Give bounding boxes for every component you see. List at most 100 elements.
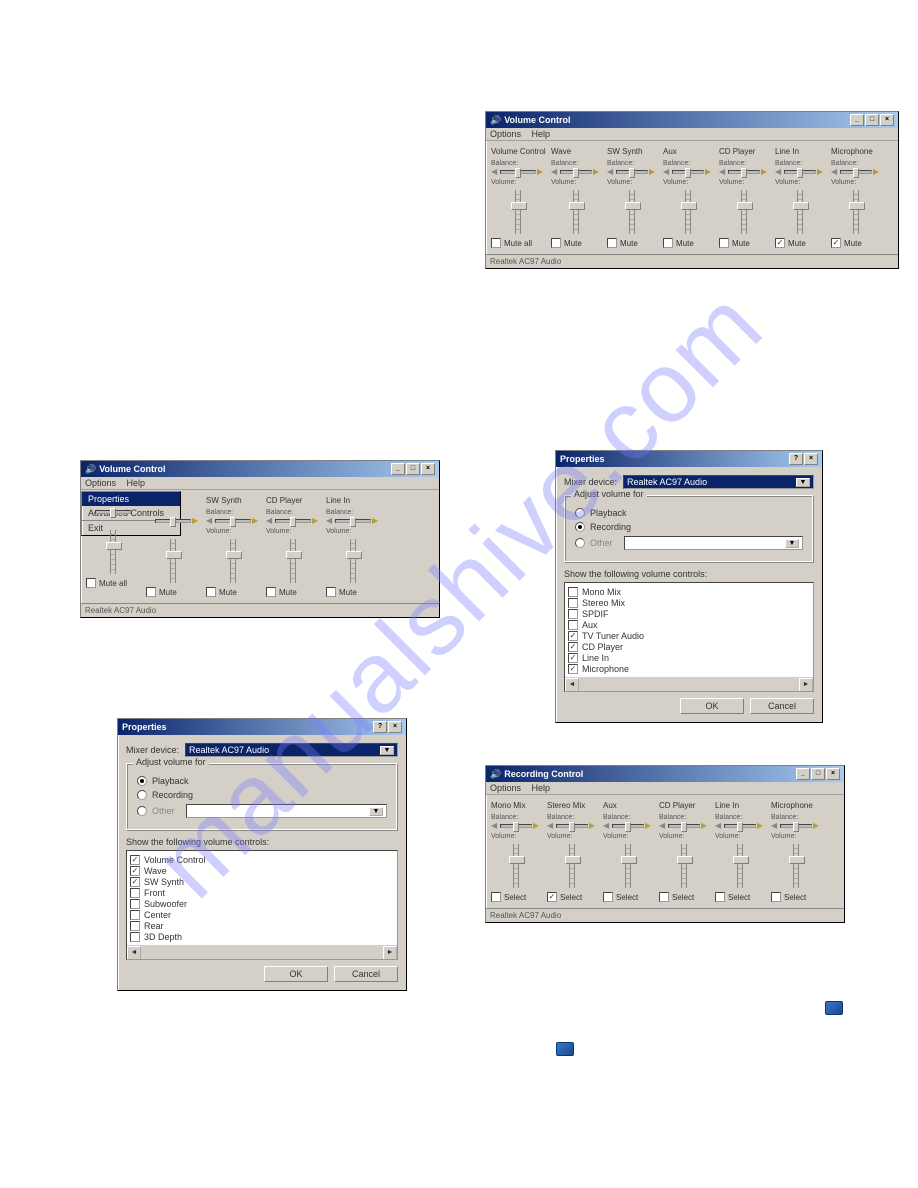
mixer-device-combo[interactable]: Realtek AC97 Audio ▼ (623, 475, 814, 489)
checkbox[interactable]: ✓ (130, 877, 140, 887)
balance-slider[interactable]: ◀▶ (775, 168, 825, 176)
titlebar[interactable]: Properties ? × (556, 451, 822, 467)
help-button[interactable]: ? (373, 721, 387, 733)
checkbox[interactable] (130, 899, 140, 909)
minimize-button[interactable]: _ (391, 463, 405, 475)
volume-slider[interactable] (573, 190, 579, 234)
minimize-button[interactable]: _ (850, 114, 864, 126)
menu-help[interactable]: Help (532, 783, 551, 793)
close-button[interactable]: × (804, 453, 818, 465)
menu-options[interactable]: Options (490, 783, 521, 793)
checkbox[interactable] (568, 598, 578, 608)
mute-checkbox[interactable]: Select (659, 892, 709, 902)
speaker-tray-icon[interactable] (825, 1001, 843, 1015)
checkbox[interactable] (130, 921, 140, 931)
list-item[interactable]: Subwoofer (130, 899, 394, 909)
balance-slider[interactable]: ◀▶ (607, 168, 657, 176)
volume-slider[interactable] (569, 844, 575, 888)
checkbox[interactable]: ✓ (568, 653, 578, 663)
volume-slider[interactable] (685, 190, 691, 234)
checkbox[interactable]: ✓ (568, 631, 578, 641)
list-item[interactable]: ✓Microphone (568, 664, 810, 674)
list-item[interactable]: Rear (130, 921, 394, 931)
volume-slider[interactable] (515, 190, 521, 234)
list-item[interactable]: SPDIF (568, 609, 810, 619)
titlebar[interactable]: 🔊Recording Control _ □ × (486, 766, 844, 782)
checkbox[interactable]: ✓ (568, 642, 578, 652)
mute-checkbox[interactable]: Mute (663, 238, 713, 248)
volume-slider[interactable] (629, 190, 635, 234)
volume-slider[interactable] (853, 190, 859, 234)
menu-help[interactable]: Help (127, 478, 146, 488)
menu-options[interactable]: Options (490, 129, 521, 139)
close-button[interactable]: × (826, 768, 840, 780)
volume-slider[interactable] (170, 539, 176, 583)
balance-slider[interactable]: ◀▶ (491, 822, 541, 830)
mute-checkbox[interactable]: Mute all (491, 238, 545, 248)
mute-checkbox[interactable]: Mute (266, 587, 320, 597)
list-item[interactable]: Front (130, 888, 394, 898)
menu-help[interactable]: Help (532, 129, 551, 139)
balance-slider[interactable]: ◀▶ (603, 822, 653, 830)
minimize-button[interactable]: _ (796, 768, 810, 780)
scroll-left-icon[interactable]: ◄ (127, 946, 141, 960)
volume-slider[interactable] (625, 844, 631, 888)
radio-recording[interactable]: Recording (137, 790, 387, 800)
balance-slider[interactable]: ◀▶ (326, 517, 380, 525)
titlebar[interactable]: Properties ? × (118, 719, 406, 735)
balance-slider[interactable]: ◀▶ (663, 168, 713, 176)
volume-slider[interactable] (741, 190, 747, 234)
scroll-right-icon[interactable]: ► (799, 678, 813, 692)
balance-slider[interactable]: ◀▶ (831, 168, 881, 176)
list-item[interactable]: 3D Depth (130, 932, 394, 942)
list-item[interactable]: Center (130, 910, 394, 920)
checkbox[interactable] (130, 932, 140, 942)
volume-slider[interactable] (793, 844, 799, 888)
mixer-device-combo[interactable]: Realtek AC97 Audio ▼ (185, 743, 398, 757)
list-item[interactable]: Stereo Mix (568, 598, 810, 608)
balance-slider[interactable]: ◀▶ (715, 822, 765, 830)
balance-slider[interactable]: ◀▶ (491, 168, 545, 176)
titlebar[interactable]: 🔊Volume Control _ □ × (81, 461, 439, 477)
scroll-left-icon[interactable]: ◄ (565, 678, 579, 692)
mute-checkbox[interactable]: Mute (551, 238, 601, 248)
volume-slider[interactable] (797, 190, 803, 234)
maximize-button[interactable]: □ (865, 114, 879, 126)
scroll-right-icon[interactable]: ► (383, 946, 397, 960)
close-button[interactable]: × (421, 463, 435, 475)
volume-slider[interactable] (513, 844, 519, 888)
mute-checkbox[interactable]: ✓Select (547, 892, 597, 902)
checkbox[interactable] (568, 609, 578, 619)
balance-slider[interactable]: ◀▶ (659, 822, 709, 830)
balance-slider[interactable]: ◀▶ (551, 168, 601, 176)
mute-checkbox[interactable]: Select (491, 892, 541, 902)
mute-checkbox[interactable]: Mute (326, 587, 380, 597)
mute-checkbox[interactable]: Mute (206, 587, 260, 597)
mute-checkbox[interactable]: ✓Mute (831, 238, 881, 248)
help-button[interactable]: ? (789, 453, 803, 465)
mute-checkbox[interactable]: Mute (146, 587, 200, 597)
volume-slider[interactable] (230, 539, 236, 583)
maximize-button[interactable]: □ (406, 463, 420, 475)
checkbox[interactable] (568, 620, 578, 630)
checkbox[interactable] (130, 888, 140, 898)
mute-checkbox[interactable]: Mute (719, 238, 769, 248)
menu-item-properties[interactable]: Properties (82, 492, 180, 506)
list-item[interactable]: ✓CD Player (568, 642, 810, 652)
volume-slider[interactable] (737, 844, 743, 888)
list-item[interactable]: Mono Mix (568, 587, 810, 597)
titlebar[interactable]: 🔊Volume Control _ □ × (486, 112, 898, 128)
volume-slider[interactable] (350, 539, 356, 583)
cancel-button[interactable]: Cancel (334, 966, 398, 982)
checkbox[interactable]: ✓ (568, 664, 578, 674)
balance-slider[interactable]: ◀▶ (771, 822, 821, 830)
volume-slider[interactable] (290, 539, 296, 583)
volume-controls-list[interactable]: ✓Volume Control✓Wave✓SW SynthFrontSubwoo… (126, 850, 398, 960)
list-item[interactable]: ✓Line In (568, 653, 810, 663)
mute-checkbox[interactable]: Mute all (86, 578, 140, 588)
radio-playback[interactable]: Playback (575, 508, 803, 518)
list-item[interactable]: ✓TV Tuner Audio (568, 631, 810, 641)
list-item[interactable]: ✓Volume Control (130, 855, 394, 865)
radio-playback[interactable]: Playback (137, 776, 387, 786)
balance-slider[interactable]: ◀▶ (266, 517, 320, 525)
